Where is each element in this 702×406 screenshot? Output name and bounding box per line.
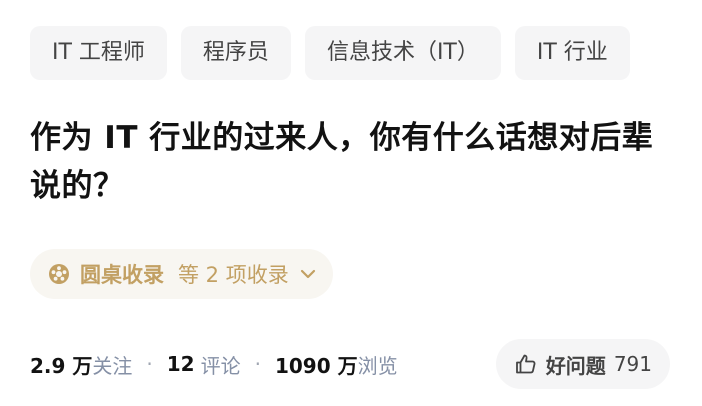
topic-tag[interactable]: IT 行业 [514, 26, 630, 80]
views-label: 浏览 [357, 353, 398, 378]
tag-list-fade [642, 20, 702, 86]
collection-more: 等 2 项收录 [178, 263, 289, 287]
question-title: 作为 IT 行业的过来人，你有什么话想对后辈说的？ [30, 120, 654, 204]
topic-tag[interactable]: 程序员 [180, 26, 291, 80]
topic-tag[interactable]: 信息技术（IT） [304, 26, 501, 80]
collection-chip[interactable]: 圆桌收录 等 2 项收录 [30, 249, 333, 299]
good-question-count: 791 [613, 352, 652, 376]
chevron-down-icon [299, 265, 317, 283]
topic-tag-list: IT 工程师 程序员 信息技术（IT） IT 行业 [30, 26, 630, 80]
topic-tag[interactable]: IT 工程师 [30, 26, 167, 80]
views-count: 1090 万 [274, 353, 358, 378]
collection-name: 圆桌收录 [80, 263, 164, 287]
roundtable-icon [48, 263, 70, 285]
followers-label[interactable]: 关注 [92, 350, 132, 379]
good-question-label: 好问题 [545, 353, 606, 378]
comments-count: 12 [166, 352, 195, 376]
separator: · [146, 352, 153, 376]
question-header: IT 工程师 程序员 信息技术（IT） IT 行业 作为 IT 行业的过来人，你… [0, 0, 702, 406]
followers-count: 2.9 万 [30, 353, 93, 378]
separator: · [254, 352, 261, 376]
comments-label[interactable]: 评论 [201, 350, 241, 379]
question-stats: 2.9 万 关注 · 12 评论 · 1090 万 浏览 [30, 347, 398, 381]
good-question-button[interactable]: 好问题 791 [495, 339, 670, 389]
thumbs-up-icon [514, 352, 538, 376]
